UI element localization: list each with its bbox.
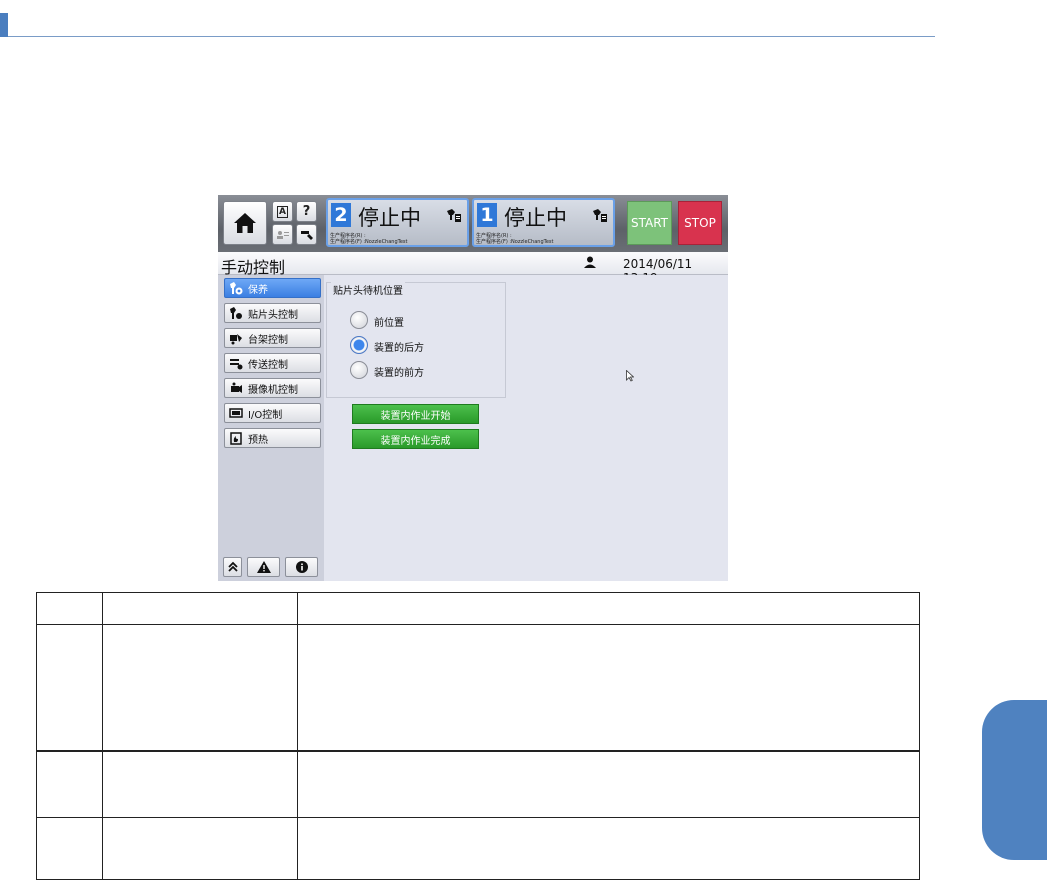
- menu-label: 预热: [248, 434, 268, 446]
- io-icon: [229, 408, 243, 418]
- head-board-icon: [593, 209, 607, 222]
- lane-status: 停止中: [504, 206, 567, 230]
- start-in-machine-work-button[interactable]: 装置内作业开始: [352, 404, 479, 424]
- stop-button[interactable]: STOP: [678, 201, 722, 245]
- program-front: 生产程序名(F) :NozzleChangTest: [330, 239, 408, 245]
- finish-in-machine-work-button[interactable]: 装置内作业完成: [352, 429, 479, 449]
- help-button[interactable]: ?: [296, 201, 317, 222]
- table-cell: [36, 750, 103, 818]
- table-cell: [297, 817, 920, 880]
- description-table: [36, 592, 920, 880]
- radio-label: 装置的后方: [374, 343, 424, 354]
- radio-rear-of-machine[interactable]: [350, 336, 368, 354]
- radio-front-of-machine[interactable]: [350, 361, 368, 379]
- warning-button[interactable]: [247, 557, 280, 577]
- mouse-cursor-icon: [626, 370, 634, 382]
- table-cell: [297, 592, 920, 625]
- operator-icon: [276, 230, 289, 239]
- radio-label: 装置的前方: [374, 368, 424, 379]
- lane-1-panel[interactable]: 1 停止中 生产程序名(R) : 生产程序名(F) :NozzleChangTe…: [472, 198, 615, 247]
- info-icon: [295, 561, 308, 573]
- a-label: A: [277, 205, 288, 218]
- table-cell: [102, 592, 298, 625]
- table-cell: [297, 750, 920, 818]
- warning-icon: [256, 561, 271, 573]
- head-board-icon: [447, 209, 461, 222]
- table-cell: [102, 817, 298, 880]
- radio-front-position[interactable]: [350, 311, 368, 329]
- lane-2-panel[interactable]: 2 停止中 生产程序名(R) : 生产程序名(F) :NozzleChangTe…: [326, 198, 469, 247]
- double-chevron-up-icon: [227, 561, 238, 572]
- conveyor-icon: [230, 359, 243, 370]
- table-row: [36, 750, 920, 818]
- lane-status: 停止中: [358, 206, 421, 230]
- content-area: 贴片头待机位置 前位置 装置的后方 装置的前方 装置内作业开始 装置内作业完成: [324, 275, 728, 581]
- help-label: ?: [302, 204, 311, 219]
- maintenance-icon: [230, 282, 243, 295]
- menu-label: 保养: [248, 284, 268, 296]
- table-row: [36, 624, 920, 751]
- top-bar: A ? 2 停止中 生产程序名(R) : 生产程序名(F) :NozzleCha…: [218, 195, 728, 252]
- lane-number: 1: [477, 203, 497, 227]
- radio-label: 前位置: [374, 318, 404, 329]
- menu-label: 台架控制: [248, 334, 288, 346]
- group-title: 贴片头待机位置: [331, 282, 405, 297]
- gantry-icon: [230, 334, 242, 345]
- home-icon: [234, 213, 256, 233]
- chapter-tab: [982, 700, 1047, 860]
- menu-item-gantry-control[interactable]: 台架控制: [224, 328, 321, 348]
- menu-item-io-control[interactable]: I/O控制: [224, 403, 321, 423]
- menu-item-preheat[interactable]: 预热: [224, 428, 321, 448]
- screenshot-manual-control: A ? 2 停止中 生产程序名(R) : 生产程序名(F) :NozzleCha…: [218, 195, 728, 581]
- table-cell: [36, 592, 103, 625]
- header-rule: [8, 36, 935, 37]
- info-button[interactable]: [285, 557, 318, 577]
- table-cell: [36, 624, 103, 751]
- menu-label: 传送控制: [248, 359, 288, 371]
- table-cell: [102, 750, 298, 818]
- header-accent-mark: [0, 13, 8, 37]
- menu-label: I/O控制: [248, 409, 283, 421]
- nozzle-icon: [300, 230, 313, 240]
- side-menu: 保养 贴片头控制 台架控制 传送控制 摄像机控制 I/O控制 预热: [218, 275, 324, 581]
- table-row: [36, 817, 920, 880]
- menu-item-head-control[interactable]: 贴片头控制: [224, 303, 321, 323]
- menu-item-camera-control[interactable]: 摄像机控制: [224, 378, 321, 398]
- menu-item-maintenance[interactable]: 保养: [224, 278, 321, 298]
- program-front: 生产程序名(F) :NozzleChangTest: [476, 239, 554, 245]
- preheat-icon: [230, 432, 242, 445]
- menu-item-conveyor-control[interactable]: 传送控制: [224, 353, 321, 373]
- table-cell: [297, 624, 920, 751]
- head-icon: [230, 307, 242, 319]
- home-button[interactable]: [223, 201, 267, 245]
- lock-a-button[interactable]: A: [272, 201, 293, 222]
- lane-number: 2: [331, 203, 351, 227]
- table-cell: [36, 817, 103, 880]
- menu-label: 贴片头控制: [248, 309, 298, 321]
- scroll-up-button[interactable]: [223, 557, 242, 577]
- operator-button[interactable]: [272, 224, 293, 245]
- title-bar: 手动控制 2014/06/11 13:19: [218, 252, 728, 285]
- table-cell: [102, 624, 298, 751]
- user-icon: [584, 256, 596, 268]
- menu-label: 摄像机控制: [248, 384, 298, 396]
- start-button[interactable]: START: [627, 201, 672, 245]
- nozzle-button[interactable]: [296, 224, 317, 245]
- camera-icon: [231, 382, 242, 393]
